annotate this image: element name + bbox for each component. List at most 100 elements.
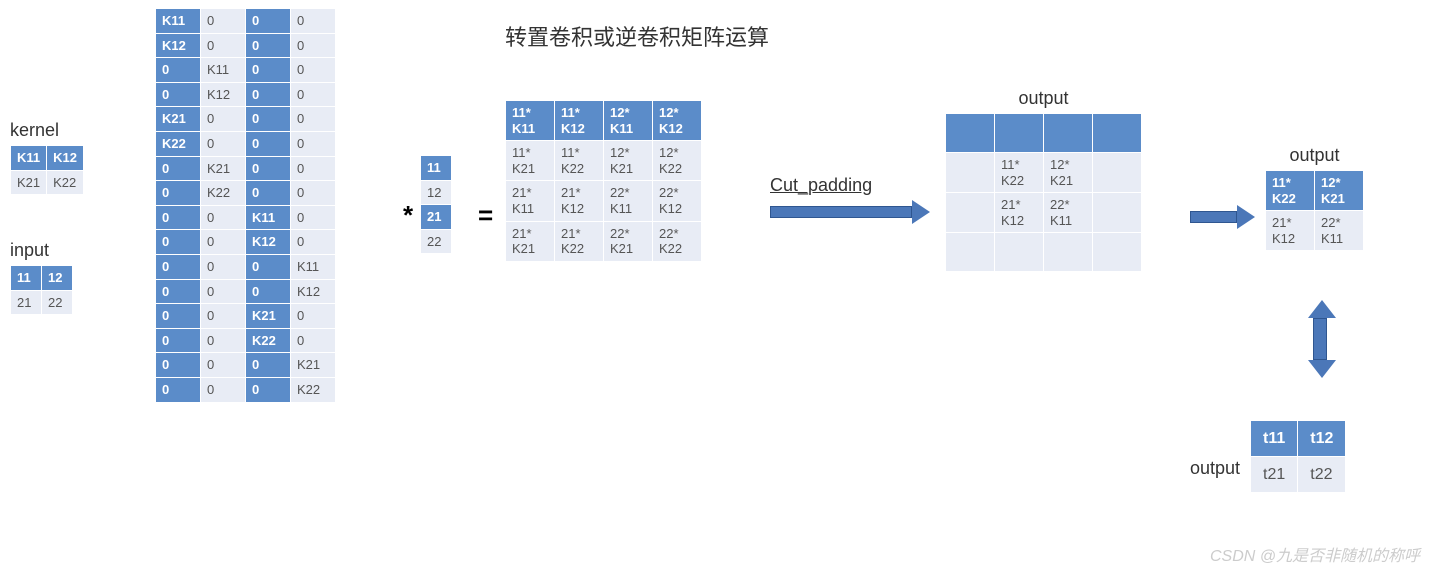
- bigmat-cell: K22: [291, 378, 335, 402]
- bigmat-cell: K12: [201, 83, 245, 107]
- bigmat-cell: 0: [156, 378, 200, 402]
- cut-padding-arrow: [770, 200, 930, 224]
- bigmat-cell: 0: [291, 230, 335, 254]
- bigmat-cell: 0: [246, 132, 290, 156]
- bigmat-cell: 0: [156, 58, 200, 82]
- bigmat-cell: 0: [291, 34, 335, 58]
- out4-cell: [1093, 114, 1141, 152]
- bigmat-cell: K22: [201, 181, 245, 205]
- bigmat-cell: 0: [246, 9, 290, 33]
- bigmat-cell: 0: [201, 255, 245, 279]
- result-cell: 12* K11: [604, 101, 652, 140]
- result-cell: 22* K11: [604, 181, 652, 220]
- bigmat-cell: 0: [156, 304, 200, 328]
- bigmat-cell: 0: [291, 157, 335, 181]
- bigmat-cell: 0: [201, 107, 245, 131]
- bigmat-cell: 0: [291, 329, 335, 353]
- result-cell: 12* K22: [653, 141, 701, 180]
- out4-cell: [946, 193, 994, 232]
- output-label-2: output: [1265, 145, 1364, 166]
- bigmat-cell: 0: [291, 304, 335, 328]
- bigmat-cell: 0: [156, 280, 200, 304]
- out4-cell: [995, 114, 1043, 152]
- bigmat-cell: 0: [291, 181, 335, 205]
- op-mul: *: [395, 200, 421, 231]
- out4-cell: 11* K22: [995, 153, 1043, 192]
- out4-cell: [946, 114, 994, 152]
- input-label: input: [10, 240, 73, 261]
- watermark: CSDN @九是否非随机的称呼: [1210, 542, 1420, 566]
- result-cell: 21* K11: [506, 181, 554, 220]
- bigmat-cell: 0: [201, 206, 245, 230]
- bigmat-cell: 0: [291, 83, 335, 107]
- out4-cell: [946, 153, 994, 192]
- out4-cell: [1093, 153, 1141, 192]
- cut-padding-label: Cut_padding: [770, 175, 930, 196]
- bigmat-cell: K11: [156, 9, 200, 33]
- bigmat-cell: 0: [291, 58, 335, 82]
- result-cell: 21* K22: [555, 222, 603, 261]
- kernel-label: kernel: [10, 120, 84, 141]
- bigmat-cell: K21: [156, 107, 200, 131]
- bigmat-cell: 0: [156, 353, 200, 377]
- out4-cell: 22* K11: [1044, 193, 1092, 232]
- result-cell: 21* K21: [506, 222, 554, 261]
- result-cell: 22* K22: [653, 222, 701, 261]
- bigmat-cell: K21: [291, 353, 335, 377]
- bigmat-cell: 0: [156, 255, 200, 279]
- big-matrix: K11000K120000K11000K1200K21000K220000K21…: [155, 8, 336, 403]
- result-cell: 11* K22: [555, 141, 603, 180]
- bigmat-cell: 0: [201, 304, 245, 328]
- out4-cell: [1044, 233, 1092, 271]
- bigmat-cell: 0: [246, 255, 290, 279]
- bigmat-cell: 0: [201, 378, 245, 402]
- result-4x4: 11* K1111* K1212* K1112* K12 11* K2111* K…: [505, 100, 702, 262]
- bigmat-cell: 0: [156, 83, 200, 107]
- bigmat-cell: 0: [246, 378, 290, 402]
- result-cell: 11* K21: [506, 141, 554, 180]
- bigmat-cell: 0: [246, 353, 290, 377]
- result-cell: 22* K21: [604, 222, 652, 261]
- output-label-3: output: [1190, 458, 1240, 479]
- double-arrow-vertical: [1308, 300, 1332, 378]
- bigmat-cell: 0: [201, 230, 245, 254]
- page-title: 转置卷积或逆卷积矩阵运算: [505, 20, 769, 52]
- vector: 11 12 21 22: [420, 155, 452, 254]
- bigmat-cell: 0: [246, 58, 290, 82]
- bigmat-cell: 0: [246, 34, 290, 58]
- bigmat-cell: 0: [156, 181, 200, 205]
- op-eq: =: [470, 200, 501, 231]
- bigmat-cell: 0: [291, 9, 335, 33]
- bigmat-cell: 0: [246, 157, 290, 181]
- bigmat-cell: 0: [156, 329, 200, 353]
- out4-cell: 21* K12: [995, 193, 1043, 232]
- bigmat-cell: K12: [291, 280, 335, 304]
- result-cell: 22* K12: [653, 181, 701, 220]
- result-cell: 12* K12: [653, 101, 701, 140]
- bigmat-cell: 0: [201, 9, 245, 33]
- bigmat-cell: K12: [246, 230, 290, 254]
- bigmat-cell: 0: [156, 230, 200, 254]
- bigmat-cell: 0: [246, 83, 290, 107]
- bigmat-cell: K22: [156, 132, 200, 156]
- out4-cell: [1044, 114, 1092, 152]
- bigmat-cell: 0: [201, 34, 245, 58]
- bigmat-cell: 0: [291, 132, 335, 156]
- bigmat-cell: K22: [246, 329, 290, 353]
- output-label-1: output: [945, 88, 1142, 109]
- bigmat-cell: 0: [201, 353, 245, 377]
- out4-cell: [1093, 193, 1141, 232]
- bigmat-cell: K11: [291, 255, 335, 279]
- bigmat-cell: 0: [291, 107, 335, 131]
- result-cell: 11* K12: [555, 101, 603, 140]
- result-cell: 11* K11: [506, 101, 554, 140]
- out4-cell: [995, 233, 1043, 271]
- bigmat-cell: K11: [201, 58, 245, 82]
- out4-cell: 12* K21: [1044, 153, 1092, 192]
- bigmat-cell: 0: [246, 181, 290, 205]
- input-grid: 1112 2122: [10, 265, 73, 315]
- output-4x4: 11* K2212* K2121* K1222* K11: [945, 113, 1142, 272]
- kernel-grid: K11K12 K21K22: [10, 145, 84, 195]
- bigmat-cell: 0: [156, 206, 200, 230]
- bigmat-cell: K21: [201, 157, 245, 181]
